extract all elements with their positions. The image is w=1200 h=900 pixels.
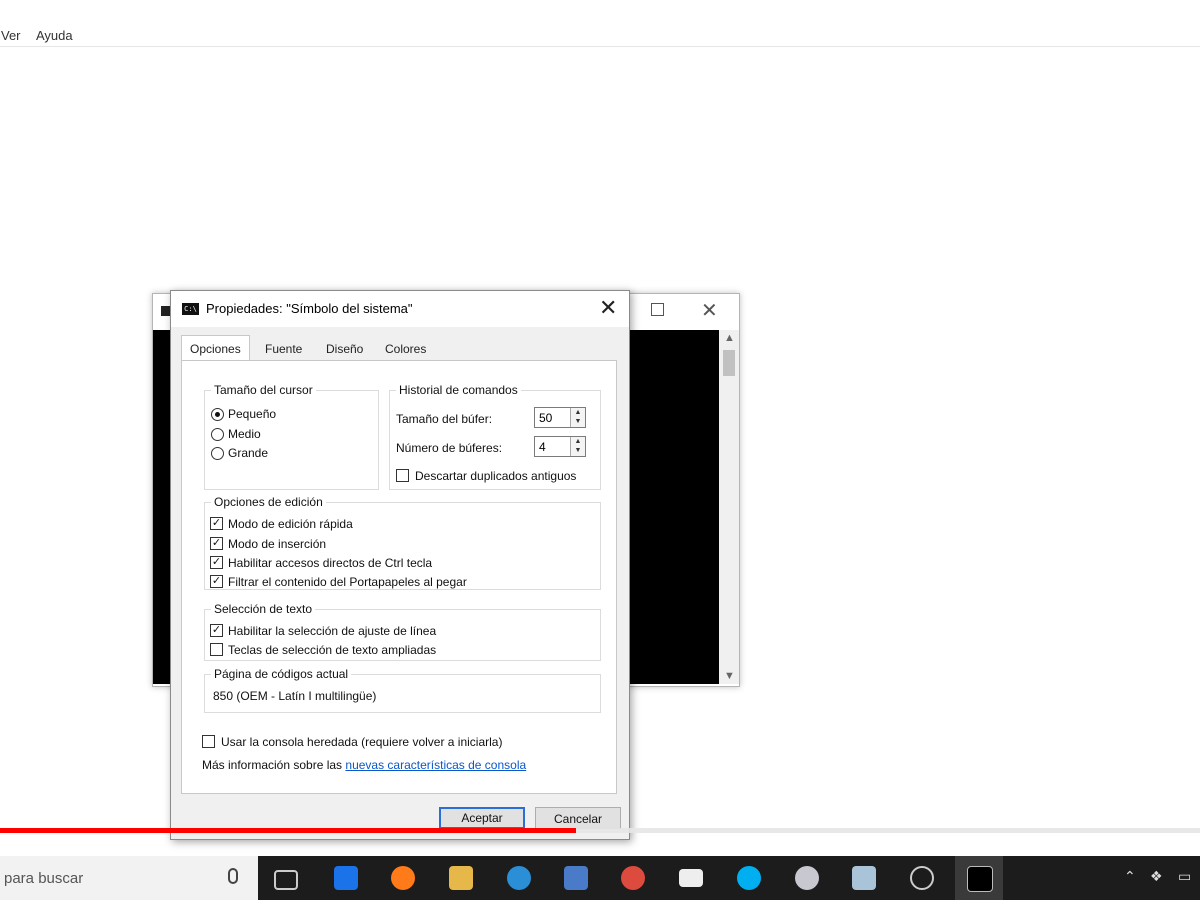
tab-fuente[interactable]: Fuente bbox=[265, 339, 302, 359]
buffer-size-value: 50 bbox=[539, 411, 553, 425]
line-wrap-selection-checkbox[interactable]: ✓ bbox=[210, 624, 223, 637]
scroll-up-icon[interactable]: ▲ bbox=[724, 332, 735, 344]
options-panel: Tamaño del cursor Pequeño Medio Grande H… bbox=[181, 360, 617, 794]
legacy-console-label: Usar la consola heredada (requiere volve… bbox=[221, 735, 503, 749]
filter-clipboard-label: Filtrar el contenido del Portapapeles al… bbox=[228, 575, 467, 589]
text-selection-legend: Selección de texto bbox=[211, 602, 316, 616]
vpn-icon[interactable] bbox=[795, 866, 819, 890]
remote-icon[interactable] bbox=[564, 866, 588, 890]
ctrl-shortcuts-label: Habilitar accesos directos de Ctrl tecla bbox=[228, 556, 433, 570]
tray-chevron-icon[interactable]: ⌃ bbox=[1124, 868, 1136, 885]
search-placeholder: para buscar bbox=[4, 870, 84, 887]
insert-mode-label: Modo de inserción bbox=[228, 537, 327, 551]
close-icon[interactable]: ✕ bbox=[599, 295, 617, 321]
ok-button[interactable]: Aceptar bbox=[439, 807, 525, 829]
legacy-console-checkbox[interactable] bbox=[202, 735, 215, 748]
network-icon[interactable] bbox=[507, 866, 531, 890]
radio-pequeno-label: Pequeño bbox=[228, 407, 277, 421]
command-history-legend: Historial de comandos bbox=[396, 383, 521, 397]
tab-diseno[interactable]: Diseño bbox=[326, 339, 363, 359]
firefox-icon[interactable] bbox=[391, 866, 415, 890]
discard-duplicates-label: Descartar duplicados antiguos bbox=[415, 469, 577, 483]
edit-options-legend: Opciones de edición bbox=[211, 495, 326, 509]
task-view-icon[interactable] bbox=[274, 870, 298, 890]
close-icon[interactable]: ✕ bbox=[701, 298, 718, 323]
radio-grande[interactable] bbox=[211, 447, 224, 460]
menu-ver[interactable]: Ver bbox=[1, 28, 21, 43]
code-page-value: 850 (OEM - Latín I multilingüe) bbox=[213, 689, 377, 703]
dialog-titlebar: C:\ Propiedades: "Símbolo del sistema" ✕ bbox=[171, 291, 629, 327]
radio-pequeno[interactable] bbox=[211, 408, 224, 421]
extended-keys-checkbox[interactable] bbox=[210, 643, 223, 656]
chrome-icon[interactable] bbox=[621, 866, 645, 890]
tab-colores[interactable]: Colores bbox=[385, 339, 426, 359]
microphone-icon[interactable] bbox=[228, 868, 238, 884]
radio-medio[interactable] bbox=[211, 428, 224, 441]
video-progress-bar[interactable] bbox=[0, 828, 1200, 833]
taskbar: para buscar ⌃ ❖ ▭ bbox=[0, 856, 1200, 900]
tray-network-icon[interactable]: ▭ bbox=[1178, 868, 1191, 885]
cursor-size-legend: Tamaño del cursor bbox=[211, 383, 316, 397]
more-info-prefix: Más información sobre las bbox=[202, 758, 343, 772]
file-explorer-icon[interactable] bbox=[449, 866, 473, 890]
cursor-size-group: Tamaño del cursor Pequeño Medio Grande bbox=[204, 383, 379, 490]
scroll-thumb[interactable] bbox=[723, 350, 735, 376]
buffer-size-stepper[interactable]: 50 ▲ ▼ bbox=[534, 407, 586, 428]
buffer-size-label: Tamaño del búfer: bbox=[396, 412, 493, 426]
scroll-down-icon[interactable]: ▼ bbox=[724, 670, 735, 682]
cmd-icon: C:\ bbox=[182, 303, 199, 315]
notes-icon[interactable] bbox=[852, 866, 876, 890]
mail-icon[interactable] bbox=[679, 869, 703, 887]
quick-edit-label: Modo de edición rápida bbox=[228, 517, 353, 531]
radio-grande-label: Grande bbox=[228, 446, 269, 460]
quick-edit-checkbox[interactable]: ✓ bbox=[210, 517, 223, 530]
buffer-count-stepper[interactable]: 4 ▲ ▼ bbox=[534, 436, 586, 457]
dialog-title: Propiedades: "Símbolo del sistema" bbox=[206, 301, 413, 316]
taskbar-search[interactable]: para buscar bbox=[0, 856, 258, 900]
maximize-icon[interactable] bbox=[651, 303, 664, 316]
cmd-icon[interactable] bbox=[967, 866, 993, 892]
new-features-link[interactable]: nuevas características de consola bbox=[345, 758, 526, 772]
edge-icon[interactable] bbox=[334, 866, 358, 890]
cancel-button[interactable]: Cancelar bbox=[535, 807, 621, 829]
ctrl-shortcuts-checkbox[interactable]: ✓ bbox=[210, 556, 223, 569]
video-progress-fill bbox=[0, 828, 576, 833]
background-menubar: Ver Ayuda bbox=[0, 0, 1200, 47]
skype-icon[interactable] bbox=[737, 866, 761, 890]
edit-options-group: Opciones de edición ✓ Modo de edición rá… bbox=[204, 495, 601, 590]
properties-dialog: C:\ Propiedades: "Símbolo del sistema" ✕… bbox=[170, 290, 630, 840]
obs-icon[interactable] bbox=[910, 866, 934, 890]
filter-clipboard-checkbox[interactable]: ✓ bbox=[210, 575, 223, 588]
code-page-group: Página de códigos actual 850 (OEM - Latí… bbox=[204, 667, 601, 713]
tray-dropbox-icon[interactable]: ❖ bbox=[1150, 868, 1163, 885]
more-info-text: Más información sobre las nuevas caracte… bbox=[202, 758, 526, 772]
radio-medio-label: Medio bbox=[228, 427, 261, 441]
text-selection-group: Selección de texto ✓ Habilitar la selecc… bbox=[204, 602, 601, 661]
command-history-group: Historial de comandos Tamaño del búfer: … bbox=[389, 383, 601, 490]
extended-keys-label: Teclas de selección de texto ampliadas bbox=[228, 643, 437, 657]
tab-opciones[interactable]: Opciones bbox=[181, 335, 250, 362]
discard-duplicates-checkbox[interactable] bbox=[396, 469, 409, 482]
code-page-legend: Página de códigos actual bbox=[211, 667, 352, 681]
insert-mode-checkbox[interactable]: ✓ bbox=[210, 537, 223, 550]
buffer-count-label: Número de búferes: bbox=[396, 441, 503, 455]
console-scrollbar[interactable]: ▲ ▼ bbox=[719, 330, 739, 684]
stepper-arrows-icon[interactable]: ▲ ▼ bbox=[570, 408, 585, 427]
buffer-count-value: 4 bbox=[539, 440, 546, 454]
stepper-arrows-icon[interactable]: ▲ ▼ bbox=[570, 437, 585, 456]
menu-ayuda[interactable]: Ayuda bbox=[36, 28, 73, 43]
line-wrap-selection-label: Habilitar la selección de ajuste de líne… bbox=[228, 624, 437, 638]
